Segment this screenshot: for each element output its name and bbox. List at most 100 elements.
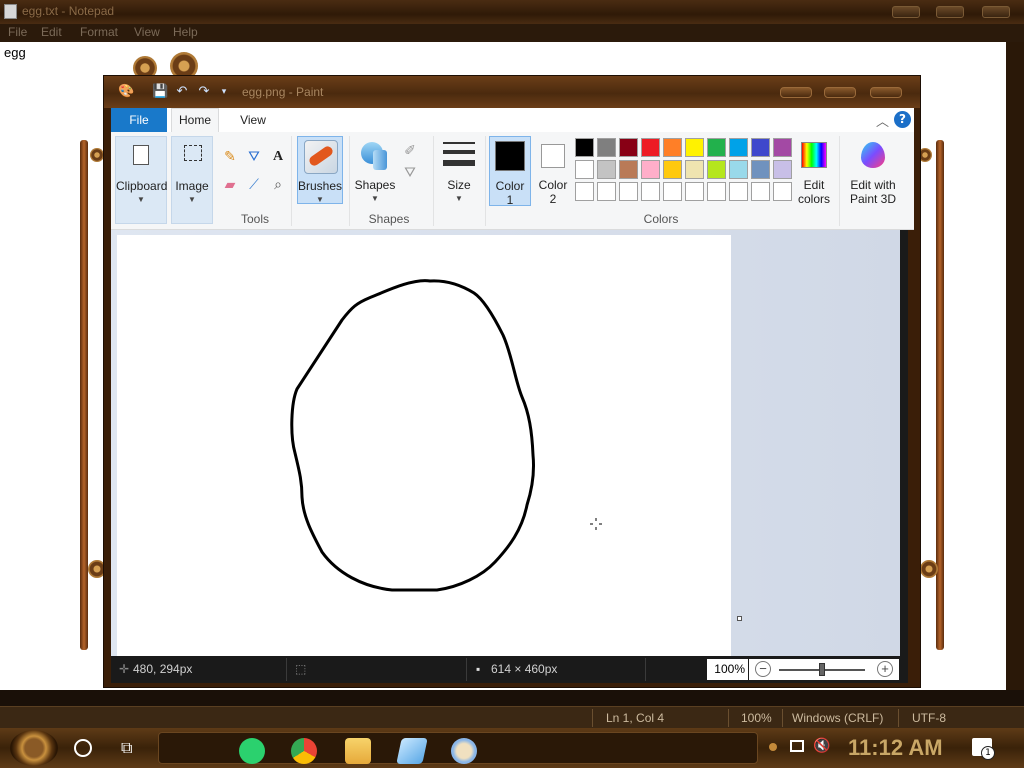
selection-size-icon: ⬚ xyxy=(295,662,307,676)
file-explorer-icon[interactable] xyxy=(345,738,371,764)
custom-color-slot[interactable] xyxy=(641,182,660,201)
color-swatch[interactable] xyxy=(641,138,660,157)
notepad-bottom-strip xyxy=(0,690,1024,706)
color1-swatch xyxy=(495,141,525,171)
color-swatch[interactable] xyxy=(619,138,638,157)
canvas-vertical-scrollbar[interactable] xyxy=(900,230,908,656)
shapes-button[interactable]: Shapes ▼ xyxy=(353,136,397,204)
clipboard-icon xyxy=(133,145,149,165)
tab-file[interactable]: File xyxy=(111,108,167,132)
tab-view[interactable]: View xyxy=(233,108,273,132)
notepad-maximize-button[interactable] xyxy=(936,6,964,18)
color-swatch[interactable] xyxy=(663,160,682,179)
edit-with-paint3d-button[interactable]: Edit with Paint 3D xyxy=(843,136,903,206)
outline-icon[interactable]: ✐ xyxy=(401,142,419,160)
start-button[interactable] xyxy=(10,730,58,766)
select-icon xyxy=(184,145,202,161)
paint-app-icon: 🎨 xyxy=(118,84,135,99)
custom-color-slot[interactable] xyxy=(575,182,594,201)
paint-maximize-button[interactable] xyxy=(824,87,856,98)
color-swatch[interactable] xyxy=(663,138,682,157)
paint-taskbar-icon[interactable] xyxy=(451,738,477,764)
notepad-menu-file[interactable]: File xyxy=(8,25,27,39)
shape-fill-icon[interactable]: ⛛ xyxy=(401,164,419,182)
image-button[interactable]: Image ▼ xyxy=(171,136,213,224)
color1-button[interactable]: Color 1 xyxy=(489,136,531,207)
task-view-icon[interactable]: ⧉ xyxy=(121,738,141,758)
paint-close-button[interactable] xyxy=(870,87,902,98)
status-separator xyxy=(645,658,646,681)
color-swatch[interactable] xyxy=(751,160,770,179)
tray-overflow-icon[interactable] xyxy=(769,743,777,751)
tab-home[interactable]: Home xyxy=(171,108,219,132)
canvas-resize-handle[interactable] xyxy=(737,616,742,621)
redo-icon[interactable]: ↷ xyxy=(196,84,212,100)
collapse-ribbon-icon[interactable]: ︿ xyxy=(876,111,889,130)
custom-color-slot[interactable] xyxy=(685,182,704,201)
drawing-canvas[interactable] xyxy=(117,235,731,656)
custom-color-slot[interactable] xyxy=(597,182,616,201)
notepad-menu-edit[interactable]: Edit xyxy=(41,25,62,39)
custom-color-slot[interactable] xyxy=(707,182,726,201)
size-button[interactable]: Size ▼ xyxy=(437,136,481,204)
color-swatch[interactable] xyxy=(685,160,704,179)
custom-color-slot[interactable] xyxy=(751,182,770,201)
color-swatch[interactable] xyxy=(707,138,726,157)
color-swatch[interactable] xyxy=(751,138,770,157)
notepad-menu-view[interactable]: View xyxy=(134,25,160,39)
zoom-in-button[interactable]: + xyxy=(877,661,893,677)
fill-icon[interactable]: ⛛ xyxy=(245,148,263,166)
search-button[interactable] xyxy=(74,739,92,757)
color2-button[interactable]: Color 2 xyxy=(533,136,573,206)
brushes-button[interactable]: Brushes ▼ xyxy=(297,136,343,204)
zoom-slider-thumb[interactable] xyxy=(819,663,825,676)
volume-muted-icon[interactable]: 🔇 xyxy=(813,738,830,754)
save-icon[interactable]: 💾 xyxy=(152,84,168,100)
color-swatch[interactable] xyxy=(597,138,616,157)
color-swatch[interactable] xyxy=(597,160,616,179)
notepad-minimize-button[interactable] xyxy=(892,6,920,18)
notepad-scrollbar[interactable] xyxy=(1006,42,1024,692)
color-picker-icon[interactable]: ⟋ xyxy=(245,176,263,194)
customize-quick-access-icon[interactable]: ▾ xyxy=(216,84,232,100)
color-swatch[interactable] xyxy=(773,160,792,179)
notepad-taskbar-icon[interactable] xyxy=(396,738,428,764)
help-icon[interactable]: ? xyxy=(894,111,911,128)
text-icon[interactable]: A xyxy=(269,148,287,166)
color-swatch[interactable] xyxy=(729,160,748,179)
notepad-menubar: File Edit Format View Help xyxy=(0,24,1024,42)
edit-colors-button[interactable]: Edit colors xyxy=(793,136,835,206)
chrome-icon[interactable] xyxy=(291,738,317,764)
color-swatch[interactable] xyxy=(619,160,638,179)
notepad-text-content[interactable]: egg xyxy=(4,45,26,60)
messaging-app-icon[interactable] xyxy=(239,738,265,764)
custom-color-slot[interactable] xyxy=(663,182,682,201)
notepad-menu-help[interactable]: Help xyxy=(173,25,198,39)
clock[interactable]: 11:12 AM xyxy=(848,735,943,761)
zoom-out-button[interactable]: − xyxy=(755,661,771,677)
network-icon[interactable] xyxy=(790,740,804,752)
custom-color-slot[interactable] xyxy=(619,182,638,201)
paint-window: 🎨 💾 ↶ ↷ ▾ egg.png - Paint File Home View… xyxy=(103,75,921,688)
pencil-icon[interactable]: ✎ xyxy=(221,148,239,166)
custom-color-slot[interactable] xyxy=(773,182,792,201)
color-swatch[interactable] xyxy=(575,160,594,179)
color-swatch[interactable] xyxy=(707,160,726,179)
notepad-menu-format[interactable]: Format xyxy=(80,25,118,39)
edit-colors-label-2: colors xyxy=(797,192,830,206)
paint-minimize-button[interactable] xyxy=(780,87,812,98)
color-swatch[interactable] xyxy=(641,160,660,179)
undo-icon[interactable]: ↶ xyxy=(174,84,190,100)
color-swatch[interactable] xyxy=(685,138,704,157)
color-swatch[interactable] xyxy=(575,138,594,157)
notepad-close-button[interactable] xyxy=(982,6,1010,18)
clipboard-button[interactable]: Clipboard ▼ xyxy=(115,136,167,224)
color-swatch[interactable] xyxy=(729,138,748,157)
colors-group-label: Colors xyxy=(643,212,679,226)
zoom-control: − + xyxy=(749,659,899,680)
color-swatch[interactable] xyxy=(773,138,792,157)
magnifier-icon[interactable]: ⌕ xyxy=(269,176,287,194)
status-separator xyxy=(898,709,899,727)
eraser-icon[interactable]: ▰ xyxy=(221,176,239,194)
custom-color-slot[interactable] xyxy=(729,182,748,201)
